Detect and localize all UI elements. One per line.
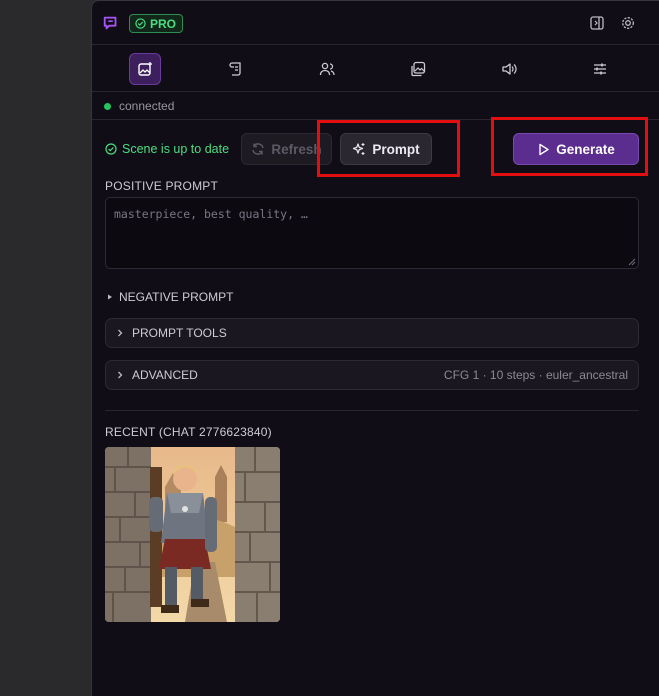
positive-prompt-input[interactable]: masterpiece, best quality, …: [105, 197, 639, 269]
tab-settings[interactable]: [584, 53, 616, 85]
connection-status-label: connected: [119, 99, 175, 113]
positive-prompt-placeholder: masterpiece, best quality, …: [114, 207, 308, 221]
check-circle-icon: [105, 143, 117, 155]
prompt-tools-section[interactable]: PROMPT TOOLS: [105, 318, 639, 348]
gear-icon[interactable]: [620, 15, 636, 31]
tab-audio[interactable]: [493, 53, 525, 85]
negative-prompt-label: NEGATIVE PROMPT: [119, 290, 234, 304]
status-dot: [104, 102, 111, 110]
panel-icon[interactable]: [589, 15, 605, 31]
pro-badge: PRO: [129, 14, 184, 33]
triangle-right-icon: [108, 294, 112, 300]
chevron-right-icon: [118, 329, 123, 337]
check-circle-icon: [135, 18, 146, 29]
tab-image-generation[interactable]: [129, 53, 161, 85]
tab-characters[interactable]: [311, 53, 343, 85]
negative-prompt-toggle[interactable]: NEGATIVE PROMPT: [107, 290, 233, 304]
advanced-summary: CFG 1 · 10 steps · euler_ancestral: [443, 368, 628, 382]
prompt-tools-label: PROMPT TOOLS: [132, 326, 227, 340]
chevron-right-icon: [118, 371, 123, 379]
positive-prompt-label: POSITIVE PROMPT: [105, 179, 219, 193]
tab-bar: [92, 45, 659, 92]
panel-header: PRO: [92, 1, 659, 45]
advanced-label: ADVANCED: [132, 368, 198, 382]
highlight-box-generate: [491, 117, 648, 176]
image-icon: [138, 62, 152, 76]
scene-status: Scene is up to date: [105, 142, 229, 156]
pro-badge-label: PRO: [150, 16, 177, 31]
recent-divider: [105, 410, 639, 411]
recent-image-thumbnail[interactable]: [105, 447, 280, 622]
resize-handle-icon[interactable]: [628, 258, 636, 266]
refresh-button-label: Refresh: [271, 141, 322, 157]
recent-label: RECENT (CHAT 2776623840): [105, 425, 272, 439]
chat-logo-icon: [103, 16, 117, 30]
connection-status: connected: [104, 99, 174, 113]
scroll-icon: [229, 62, 241, 76]
sliders-icon: [594, 63, 606, 75]
image-generation-panel: PRO connected Scene is up to date Refres…: [91, 0, 659, 696]
gallery-icon: [411, 61, 426, 77]
users-icon: [319, 62, 335, 76]
highlight-box-prompt: [317, 120, 460, 177]
tab-scroll[interactable]: [220, 53, 252, 85]
refresh-icon: [252, 143, 265, 155]
scene-status-label: Scene is up to date: [122, 142, 230, 156]
advanced-section[interactable]: ADVANCED CFG 1 · 10 steps · euler_ancest…: [105, 360, 639, 390]
speaker-icon: [502, 63, 517, 75]
tab-gallery[interactable]: [402, 53, 434, 85]
